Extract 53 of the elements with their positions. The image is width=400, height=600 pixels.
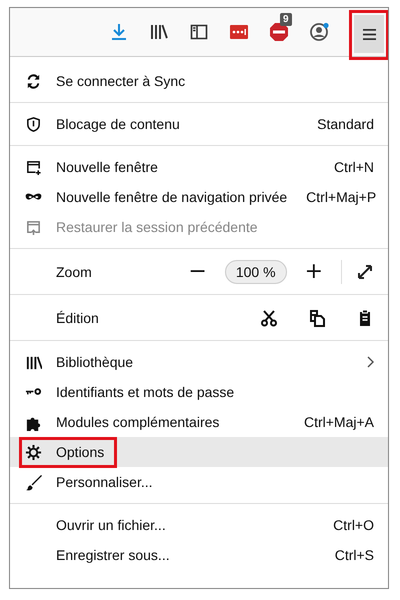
brush-icon	[25, 474, 42, 490]
item-label: Restaurer la session précédente	[56, 219, 258, 235]
menu-item[interactable]: Se connecter à Sync	[10, 66, 388, 96]
menu-item[interactable]: Nouvelle fenêtre de navigation privée Ctrl+Maj+P	[10, 182, 388, 212]
item-label: Modules complémentaires	[56, 414, 220, 430]
menu-item[interactable]: Modules complémentaires Ctrl+Maj+A	[10, 407, 388, 437]
menu-item[interactable]: Ouvrir un fichier... Ctrl+O	[10, 510, 388, 540]
new-window-icon	[25, 158, 42, 176]
copy-icon[interactable]	[308, 308, 326, 326]
item-label: Se connecter à Sync	[56, 73, 186, 89]
item-label: Ouvrir un fichier...	[56, 517, 166, 533]
shortcut-text: Ctrl+O	[333, 517, 374, 533]
shield-icon	[25, 116, 42, 132]
item-label: Bibliothèque	[56, 354, 134, 370]
shortcut-text: Standard	[317, 116, 374, 132]
zoom-label: Zoom	[56, 264, 92, 280]
shortcut-text: Ctrl+Maj+A	[304, 414, 374, 430]
menu-button[interactable]	[354, 15, 384, 53]
menu-item[interactable]: Blocage de contenu Standard	[10, 109, 388, 139]
password-manager-icon[interactable]	[229, 22, 249, 42]
count-badge: 9	[280, 13, 292, 26]
item-label: Blocage de contenu	[56, 116, 180, 132]
restore-window-icon	[25, 218, 42, 236]
shortcut-text: Ctrl+S	[334, 547, 374, 563]
menu-item[interactable]: Personnaliser...	[10, 467, 388, 497]
menu-item[interactable]: Nouvelle fenêtre Ctrl+N	[10, 152, 388, 182]
account-icon[interactable]	[309, 22, 329, 42]
scissors-icon[interactable]	[260, 308, 278, 326]
menu-icon	[362, 28, 376, 40]
item-label: Options	[56, 444, 104, 460]
item-label: Nouvelle fenêtre de navigation privée	[56, 189, 288, 205]
download-icon[interactable]	[109, 22, 129, 42]
item-label: Identifiants et mots de passe	[56, 384, 234, 400]
fullscreen-icon[interactable]	[356, 262, 374, 280]
item-label: Enregistrer sous...	[56, 547, 170, 563]
zoom-in-button[interactable]: +	[300, 260, 327, 282]
zoom-reset-button[interactable]: 100 %	[224, 260, 287, 284]
menu-item[interactable]: Identifiants et mots de passe	[10, 377, 388, 407]
menu-item[interactable]: Bibliothèque	[10, 347, 388, 377]
sidebar-icon[interactable]	[189, 22, 209, 42]
edit-label: Édition	[56, 310, 99, 326]
settings-icon	[25, 444, 42, 460]
shortcut-text: Ctrl+N	[334, 159, 374, 175]
menu-item[interactable]: Enregistrer sous... Ctrl+S	[10, 540, 388, 570]
item-label: Personnaliser...	[56, 474, 152, 490]
library-icon	[25, 354, 42, 370]
menu-item[interactable]: Options	[10, 437, 388, 467]
zoom-out-button[interactable]: −	[184, 260, 211, 282]
sync-icon	[25, 72, 42, 90]
stop-sign-icon[interactable]	[269, 22, 289, 42]
library-icon[interactable]	[149, 22, 169, 42]
item-label: Nouvelle fenêtre	[56, 159, 158, 175]
shortcut-text: Ctrl+Maj+P	[306, 189, 376, 205]
